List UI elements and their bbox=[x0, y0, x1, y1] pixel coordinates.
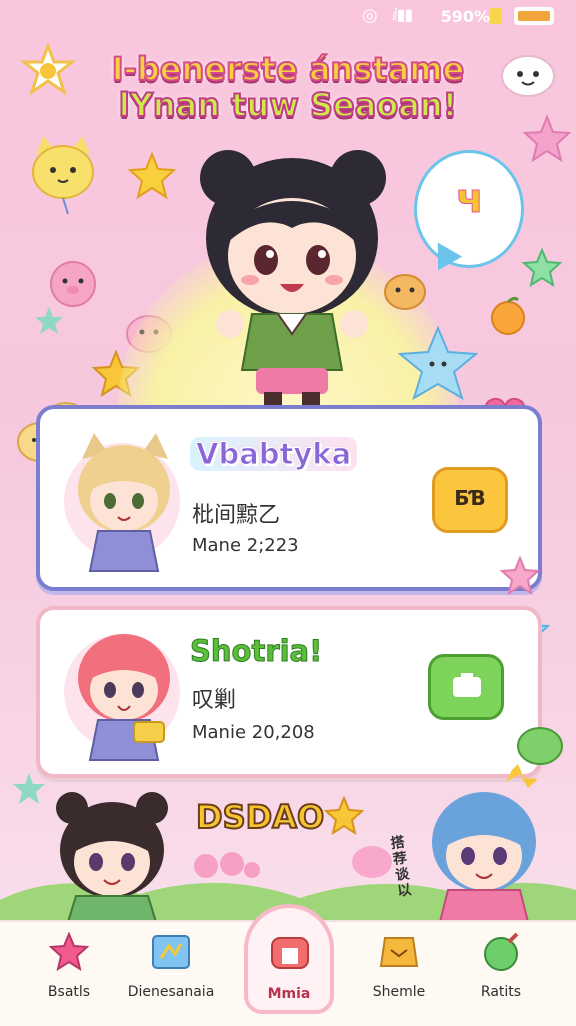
chat-button-label: ƂƁ bbox=[454, 486, 486, 510]
blue-star-mascot-icon bbox=[398, 326, 478, 400]
pink-flowers-icon bbox=[194, 852, 260, 878]
star-icon bbox=[49, 932, 89, 972]
signal-icon: ⅈ▮▮ bbox=[392, 5, 413, 24]
character-card-2[interactable]: Shotria! 叹剿 Manie 20,208 bbox=[36, 606, 542, 778]
character-card-1[interactable]: Vbabtyka 枇间黥乙 Mane 2;223 ƂƁ bbox=[36, 405, 542, 591]
bottom-nav: Bsatls Dienesanaia Mmia Shemle Ratits bbox=[0, 904, 576, 1026]
chest-icon bbox=[379, 937, 419, 967]
character-meta: Manie 20,208 bbox=[192, 722, 315, 743]
avatar bbox=[78, 433, 170, 572]
nav-item-dienesanaia[interactable]: Dienesanaia bbox=[116, 922, 226, 1026]
pink-pig-icon bbox=[50, 261, 96, 307]
green-star-icon bbox=[522, 248, 562, 288]
page-title: I-benerste ánstame bbox=[111, 49, 466, 89]
character-subtitle: 叹剿 bbox=[192, 688, 237, 713]
nav-label: Bsatls bbox=[47, 984, 91, 1000]
yellow-star-icon bbox=[128, 152, 176, 200]
character-right bbox=[432, 792, 536, 922]
character-meta: Mane 2;223 bbox=[192, 535, 299, 556]
cookie-icon bbox=[384, 274, 426, 310]
teal-star-small-icon bbox=[13, 773, 45, 804]
battery-percent: 590% bbox=[440, 7, 490, 26]
nav-label: Dienesanaia bbox=[127, 984, 215, 1000]
status-bar: ◎ ⅈ▮▮ 590% bbox=[0, 0, 576, 34]
chat-button[interactable]: ƂƁ bbox=[432, 467, 508, 533]
speech-bubble-text: ч bbox=[456, 176, 484, 223]
character-subtitle: 枇间黥乙 bbox=[192, 503, 281, 528]
cat-balloon-icon bbox=[32, 136, 94, 214]
message-icon bbox=[453, 673, 481, 697]
teal-star-icon bbox=[35, 307, 63, 334]
nav-label: Ratits bbox=[480, 984, 522, 1000]
hero-character bbox=[200, 150, 386, 406]
nav-label: Mmia bbox=[267, 986, 311, 1002]
battery-icon bbox=[514, 7, 554, 25]
pink-star-small-icon bbox=[500, 556, 540, 596]
battery-warning-icon bbox=[490, 8, 502, 24]
event-banner: DSDAO bbox=[195, 797, 325, 837]
nav-item-bsatls[interactable]: Bsatls bbox=[14, 922, 124, 1026]
potion-icon bbox=[484, 932, 519, 971]
page-subtitle: lYnan tuw Seaoan! bbox=[118, 85, 459, 125]
message-button[interactable] bbox=[428, 654, 504, 720]
map-icon bbox=[152, 935, 190, 969]
banner-star-icon bbox=[324, 796, 364, 836]
wifi-icon: ◎ bbox=[362, 5, 378, 26]
character-left bbox=[56, 792, 168, 922]
nav-label: Shemle bbox=[372, 984, 426, 1000]
nav-item-shemle[interactable]: Shemle bbox=[344, 922, 454, 1026]
nav-item-mmia[interactable]: Mmia bbox=[244, 904, 334, 1014]
avatar bbox=[78, 634, 170, 761]
orange-fruit-icon bbox=[491, 296, 525, 335]
pink-cloud-icon bbox=[352, 846, 392, 878]
nav-item-ratits[interactable]: Ratits bbox=[446, 922, 556, 1026]
home-icon bbox=[271, 937, 309, 969]
character-name: Vbabtyka bbox=[190, 437, 358, 472]
character-name: Shotria! bbox=[189, 634, 323, 669]
